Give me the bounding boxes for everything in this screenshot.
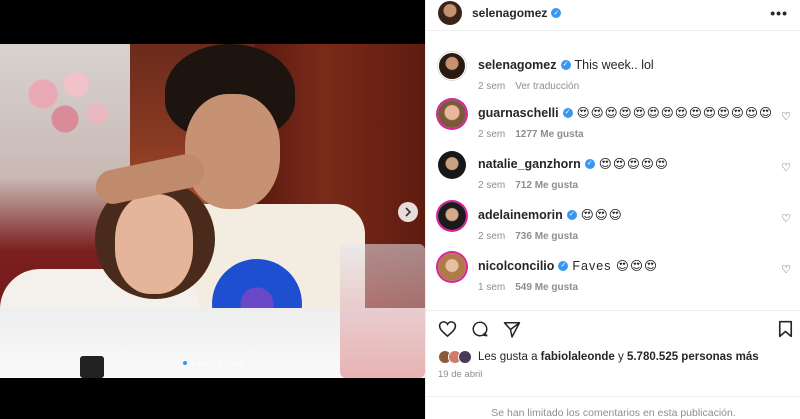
comment-age: 1 sem <box>478 282 506 293</box>
see-translation-link[interactable]: Ver traducción <box>515 81 579 92</box>
comment-icon[interactable] <box>471 320 489 338</box>
carousel-next-button[interactable] <box>398 202 418 222</box>
verified-icon: ✓ <box>566 210 577 220</box>
comment-avatar[interactable] <box>438 100 466 128</box>
likes-others-link[interactable]: 5.780.525 personas más <box>627 351 759 363</box>
carousel-dot <box>224 361 229 365</box>
verified-icon: ✓ <box>560 60 571 70</box>
carousel-dot <box>210 361 215 365</box>
post-media <box>0 0 425 419</box>
likes-user-link[interactable]: fabiolaleonde <box>541 351 615 363</box>
caption-username[interactable]: selenagomez <box>478 58 557 72</box>
post-panel: selenagomez ✓ ••• selenagomez ✓ This wee… <box>425 0 800 419</box>
comment-age: 2 sem <box>478 231 506 242</box>
comment-text: 😍😍😍😍😍 <box>598 157 669 171</box>
heart-icon[interactable]: ♡ <box>781 212 791 225</box>
carousel-dot <box>203 361 208 365</box>
actions-divider <box>426 310 800 311</box>
comment-age: 2 sem <box>478 180 506 191</box>
comment-likes[interactable]: 549 Me gusta <box>515 282 578 293</box>
share-icon[interactable] <box>503 321 521 338</box>
comment-username[interactable]: natalie_ganzhorn <box>478 157 581 171</box>
comment-username[interactable]: adelainemorin <box>478 208 563 222</box>
bookmark-icon[interactable] <box>778 320 793 338</box>
carousel-dot <box>238 361 243 365</box>
post-photo[interactable] <box>0 44 425 378</box>
comment-username[interactable]: guarnaschelli <box>478 106 559 120</box>
likes-prefix: Les gusta a <box>478 351 538 363</box>
verified-icon: ✓ <box>558 261 569 271</box>
author-avatar[interactable] <box>438 1 462 25</box>
comment-avatar[interactable] <box>438 151 466 179</box>
post-header: selenagomez ✓ ••• <box>426 0 800 26</box>
comment-text: Faves 😍😍😍 <box>572 259 659 273</box>
comments-limited-notice: Se han limitado los comentarios en esta … <box>491 407 736 419</box>
photo-glass <box>340 244 425 378</box>
chevron-right-icon <box>405 207 412 217</box>
heart-icon[interactable]: ♡ <box>781 110 791 123</box>
comment-likes[interactable]: 736 Me gusta <box>515 231 578 242</box>
footer-divider <box>426 396 800 397</box>
liker-avatars <box>438 350 472 364</box>
carousel-dot <box>189 361 194 365</box>
caption-age: 2 sem <box>478 81 506 92</box>
action-bar <box>438 318 793 340</box>
heart-icon[interactable] <box>438 320 457 338</box>
post-date[interactable]: 19 de abril <box>438 369 482 380</box>
comment-avatar[interactable] <box>438 202 466 230</box>
comment-likes[interactable]: 1277 Me gusta <box>515 129 583 140</box>
verified-icon: ✓ <box>562 108 573 118</box>
comment-avatar[interactable] <box>438 253 466 281</box>
likes-joiner: y <box>618 351 624 363</box>
avatar <box>458 350 472 364</box>
photo-woman-face <box>115 194 193 294</box>
comment-text: 😍😍😍😍😍😍😍😍😍😍😍😍😍😍 <box>576 106 774 120</box>
likes-summary: Les gusta a fabiolaleonde y 5.780.525 pe… <box>438 350 759 364</box>
caption-text: This week.. lol <box>574 58 654 72</box>
carousel-dot <box>196 361 201 365</box>
comment-text: 😍😍😍 <box>580 208 623 222</box>
author-username[interactable]: selenagomez <box>472 6 547 20</box>
more-icon[interactable]: ••• <box>770 5 788 21</box>
comment-username[interactable]: nicolconcilio <box>478 259 554 273</box>
photo-man-face <box>185 94 280 209</box>
carousel-dot <box>231 361 236 365</box>
carousel-dot <box>182 361 187 365</box>
heart-icon[interactable]: ♡ <box>781 161 791 174</box>
comment-likes[interactable]: 712 Me gusta <box>515 180 578 191</box>
comments-list[interactable]: selenagomez ✓ This week.. lol 2 sem Ver … <box>426 44 800 309</box>
verified-icon: ✓ <box>551 8 562 18</box>
carousel-dot <box>217 361 222 365</box>
caption-avatar[interactable] <box>438 52 466 80</box>
heart-icon[interactable]: ♡ <box>781 263 791 276</box>
verified-icon: ✓ <box>584 159 595 169</box>
photo-phone <box>80 356 104 378</box>
carousel-dots <box>0 361 425 365</box>
header-divider <box>426 30 800 31</box>
photo-flowers <box>10 54 120 154</box>
comment-age: 2 sem <box>478 129 506 140</box>
